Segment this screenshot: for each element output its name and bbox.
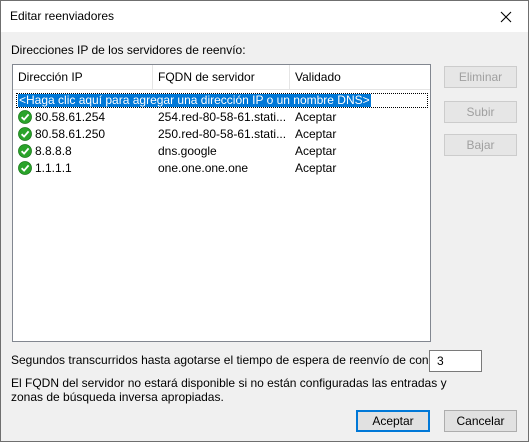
forwarders-label: Direcciones IP de los servidores de reen… (11, 43, 246, 57)
check-circle-icon (18, 161, 32, 175)
move-down-button-label: Bajar (466, 138, 495, 152)
add-forwarder-prompt[interactable]: <Haga clic aquí para agregar una direcci… (18, 94, 371, 107)
row-validated: Aceptar (295, 127, 337, 141)
cancel-button[interactable]: Cancelar (444, 410, 517, 432)
cancel-button-label: Cancelar (456, 414, 505, 428)
move-up-button[interactable]: Subir (444, 101, 517, 123)
ok-button-label: Aceptar (372, 414, 414, 428)
list-header: Dirección IP FQDN de servidor Validado (13, 65, 430, 90)
check-circle-icon (18, 127, 32, 141)
row-ip: 1.1.1.1 (35, 161, 72, 175)
move-up-button-label: Subir (466, 105, 495, 119)
ok-button[interactable]: Aceptar (356, 410, 430, 432)
delete-button[interactable]: Eliminar (444, 66, 517, 88)
column-header-ip[interactable]: Dirección IP (13, 65, 153, 89)
check-circle-icon (18, 110, 32, 124)
column-header-fqdn[interactable]: FQDN de servidor (153, 65, 290, 89)
row-validated: Aceptar (295, 161, 337, 175)
list-item[interactable]: 1.1.1.1 one.one.one.one Aceptar (13, 160, 430, 177)
row-ip: 80.58.61.250 (35, 127, 106, 141)
title-bar: Editar reenviadores (1, 1, 528, 32)
close-button[interactable] (484, 1, 528, 32)
row-validated: Aceptar (295, 144, 337, 158)
check-circle-icon (18, 144, 32, 158)
row-fqdn: one.one.one.one (158, 161, 249, 175)
add-forwarder-row[interactable]: <Haga clic aquí para agregar una direcci… (16, 93, 428, 108)
timeout-label: Segundos transcurridos hasta agotarse el… (11, 353, 464, 367)
row-fqdn: 250.red-80-58-61.stati... (158, 127, 287, 141)
row-ip: 80.58.61.254 (35, 110, 106, 124)
list-item[interactable]: 80.58.61.254 254.red-80-58-61.stati... A… (13, 109, 430, 126)
forwarders-list[interactable]: Dirección IP FQDN de servidor Validado <… (12, 64, 431, 342)
column-header-validated[interactable]: Validado (290, 65, 370, 89)
dialog-window: Editar reenviadores Direcciones IP de lo… (0, 0, 529, 442)
row-fqdn: 254.red-80-58-61.stati... (158, 110, 287, 124)
timeout-input[interactable]: 3 (429, 350, 482, 372)
move-down-button[interactable]: Bajar (444, 134, 517, 156)
fqdn-note: El FQDN del servidor no estará disponibl… (11, 376, 447, 404)
list-item[interactable]: 80.58.61.250 250.red-80-58-61.stati... A… (13, 126, 430, 143)
close-icon (500, 11, 512, 22)
row-ip: 8.8.8.8 (35, 144, 72, 158)
delete-button-label: Eliminar (458, 70, 503, 84)
window-title: Editar reenviadores (10, 9, 115, 23)
row-validated: Aceptar (295, 110, 337, 124)
list-item[interactable]: 8.8.8.8 dns.google Aceptar (13, 143, 430, 160)
row-fqdn: dns.google (158, 144, 217, 158)
